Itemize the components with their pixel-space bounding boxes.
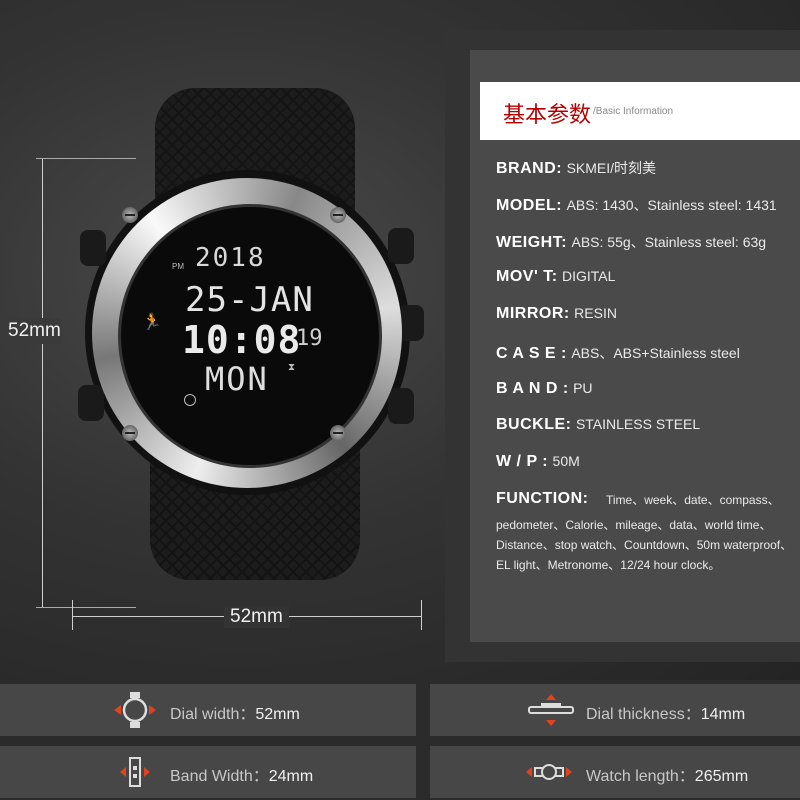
pm-indicator: PM	[172, 262, 184, 271]
watch-thickness-icon	[528, 694, 574, 726]
spec-row-brand: BRAND: SKMEI/时刻美	[496, 158, 656, 178]
spec-row-band: B A N D : PU	[496, 380, 593, 398]
spec-value: ABS: 55g、Stainless steel: 63g	[571, 234, 767, 250]
info-title-chinese: 基本参数	[503, 103, 592, 128]
height-bottom-cap	[36, 607, 136, 608]
spec-key: W / P :	[496, 453, 549, 470]
watch-length-spec: Watch length：265mm	[586, 762, 748, 786]
screw-icon	[330, 425, 346, 441]
height-dimension-line	[42, 158, 43, 608]
width-label: 52mm	[224, 606, 289, 628]
pusher-top-right	[388, 228, 414, 264]
dial-width-spec: Dial width：52mm	[170, 700, 300, 724]
spec-row-movement: MOV' T: DIGITAL	[496, 268, 615, 286]
screw-icon	[122, 425, 138, 441]
display-date: 25-JAN	[185, 280, 314, 320]
width-right-cap	[421, 600, 422, 630]
spec-value: 50M	[552, 453, 580, 469]
spec-key: WEIGHT:	[496, 234, 568, 251]
spec-label: Watch length：	[586, 768, 695, 785]
spec-row-weight: WEIGHT: ABS: 55g、Stainless steel: 63g	[496, 232, 766, 252]
spec-value: 14mm	[700, 706, 746, 723]
spec-key: MODEL:	[496, 197, 563, 214]
spec-key: BUCKLE:	[496, 416, 572, 433]
spec-key: B A N D :	[496, 380, 569, 397]
spec-label: Dial thickness：	[586, 706, 701, 723]
display-day: MON	[205, 360, 269, 398]
height-top-cap	[36, 158, 136, 159]
width-left-cap	[72, 600, 73, 630]
screw-icon	[122, 207, 138, 223]
spec-value: 52mm	[255, 706, 300, 723]
watch-dial-icon	[114, 692, 156, 728]
display-time: 10:08	[182, 318, 302, 362]
function-line: Time、week、date、compass、	[606, 493, 780, 507]
spec-value: ABS: 1430、Stainless steel: 1431	[566, 197, 777, 213]
pusher-bottom-right	[388, 388, 414, 424]
spec-label: Band Width：	[170, 768, 269, 785]
spec-row-model: MODEL: ABS: 1430、Stainless steel: 1431	[496, 195, 777, 215]
function-line: EL light、Metronome、12/24 hour clock。	[496, 558, 721, 572]
screw-icon	[330, 207, 346, 223]
band-width-spec: Band Width：24mm	[170, 762, 313, 786]
band-width-icon	[120, 757, 150, 787]
pusher-top-left	[80, 230, 106, 266]
spec-key: BRAND:	[496, 160, 563, 177]
spec-row-buckle: BUCKLE: STAINLESS STEEL	[496, 416, 700, 434]
spec-row-waterproof: W / P : 50M	[496, 453, 580, 471]
function-list: Time、week、date、compass、 pedometer、Calori…	[496, 493, 796, 575]
spec-key: C A S E :	[496, 345, 567, 362]
height-label: 52mm	[8, 318, 61, 344]
spec-value: 24mm	[268, 768, 314, 785]
dial-thickness-spec: Dial thickness：14mm	[586, 700, 745, 724]
spec-value: ABS、ABS+Stainless steel	[571, 345, 740, 361]
spec-value: 265mm	[694, 768, 749, 785]
spec-row-case: C A S E : ABS、ABS+Stainless steel	[496, 343, 740, 363]
spec-value: STAINLESS STEEL	[575, 416, 701, 432]
pusher-bottom-left	[78, 385, 104, 421]
function-line: pedometer、Calorie、mileage、data、world tim…	[496, 518, 772, 532]
spec-value: SKMEI/时刻美	[566, 160, 657, 176]
alarm-icon	[184, 394, 196, 406]
hourglass-icon: ⧗	[288, 362, 296, 373]
spec-value: PU	[573, 380, 593, 396]
spec-key: MOV' T:	[496, 268, 558, 285]
watch-length-icon	[526, 764, 572, 780]
running-man-icon: 🏃	[142, 314, 162, 331]
function-line: Distance、stop watch、Countdown、50m waterp…	[496, 538, 793, 552]
spec-value: RESIN	[574, 305, 617, 321]
info-title-english: /Basic Information	[593, 106, 674, 117]
spec-label: Dial width：	[170, 706, 256, 723]
display-seconds: 19	[296, 326, 323, 351]
display-year: 2018	[195, 243, 266, 273]
spec-key: MIRROR:	[496, 305, 570, 322]
spec-value: DIGITAL	[561, 268, 616, 284]
spec-row-mirror: MIRROR: RESIN	[496, 305, 617, 323]
